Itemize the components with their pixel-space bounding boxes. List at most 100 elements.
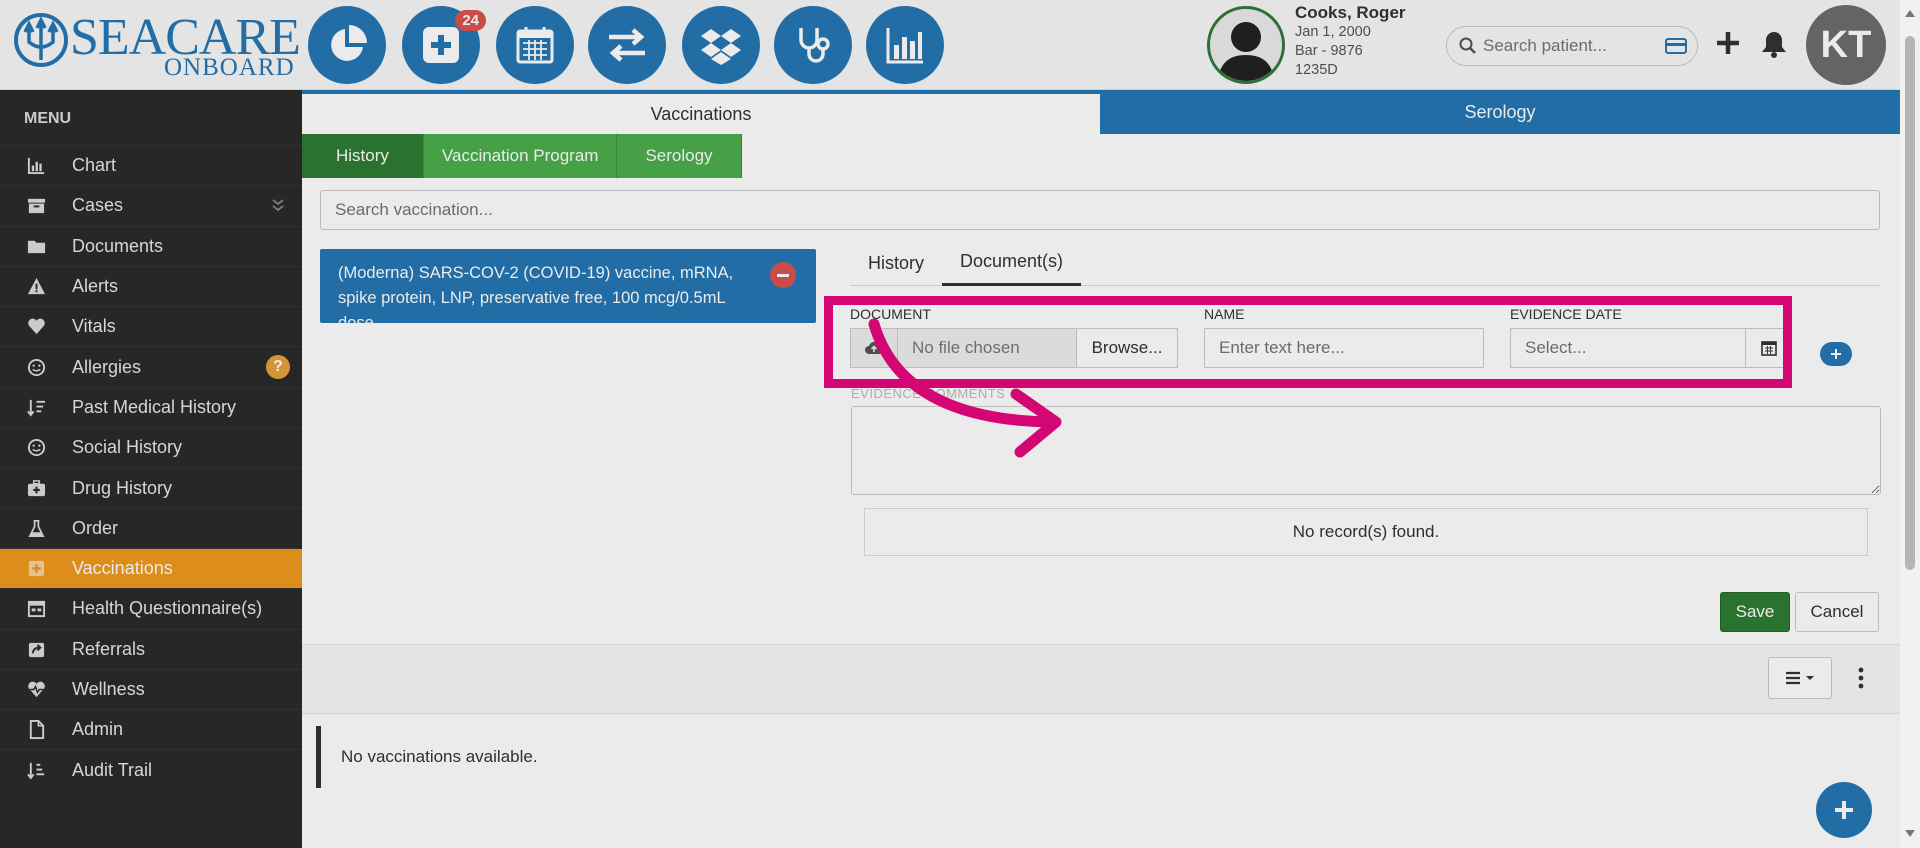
sidebar-item-label: Vaccinations bbox=[72, 558, 173, 579]
remove-vaccine-button[interactable] bbox=[770, 262, 796, 288]
calendar-icon bbox=[516, 27, 554, 64]
calendar-icon bbox=[1760, 341, 1777, 356]
sidebar-item-audit-trail[interactable]: Audit Trail bbox=[0, 749, 302, 789]
file-upload-group[interactable]: No file chosen Browse... bbox=[850, 328, 1178, 368]
scroll-up-arrow[interactable] bbox=[1905, 10, 1915, 17]
document-label: Document bbox=[850, 306, 931, 322]
seacare-logo[interactable]: SEACARE ONBOARD bbox=[14, 10, 301, 81]
scroll-down-arrow[interactable] bbox=[1905, 830, 1915, 837]
sidebar-item-referrals[interactable]: Referrals bbox=[0, 628, 302, 669]
sidebar-item-documents[interactable]: Documents bbox=[0, 225, 302, 266]
sidebar-item-vaccinations[interactable]: Vaccinations bbox=[0, 547, 302, 589]
evidence-comments-textarea[interactable] bbox=[851, 406, 1881, 495]
sidebar-item-alerts[interactable]: Alerts bbox=[0, 265, 302, 306]
name-input[interactable] bbox=[1204, 328, 1484, 368]
stethoscope-icon bbox=[799, 28, 830, 63]
search-patient-input[interactable] bbox=[1483, 33, 1655, 59]
sidebar-item-drug-history[interactable]: Drug History bbox=[0, 467, 302, 507]
bar-chart-icon bbox=[886, 28, 923, 64]
sidebar-item-label: Past Medical History bbox=[72, 396, 237, 417]
notification-badge: 24 bbox=[455, 10, 486, 31]
search-patient-box[interactable] bbox=[1446, 26, 1698, 66]
sidebar-item-label: Cases bbox=[72, 195, 124, 216]
archive-icon bbox=[24, 194, 48, 218]
plus-square-icon bbox=[24, 557, 48, 581]
list-view-dropdown[interactable] bbox=[1768, 657, 1832, 699]
more-options-icon[interactable] bbox=[1858, 667, 1864, 689]
sidebar-item-label: Allergies bbox=[72, 356, 142, 377]
cloud-upload-icon[interactable] bbox=[850, 328, 898, 368]
save-button[interactable]: Save bbox=[1720, 592, 1790, 632]
patient-location: Bar - 9876 bbox=[1295, 43, 1363, 59]
sidebar-item-social-history[interactable]: Social History bbox=[0, 427, 302, 467]
id-card-icon[interactable] bbox=[1665, 38, 1687, 54]
sidebar-item-label: Referrals bbox=[72, 638, 146, 659]
dashboard-button[interactable] bbox=[308, 6, 386, 84]
sidebar-item-label: Health Questionnaire(s) bbox=[72, 598, 263, 619]
tab-documents[interactable]: Document(s) bbox=[942, 240, 1082, 286]
tab-history[interactable]: History bbox=[850, 240, 942, 286]
sidebar-item-label: Alerts bbox=[72, 276, 119, 297]
subtab-vaccination-program[interactable]: Vaccination Program bbox=[423, 134, 618, 178]
top-header: SEACARE ONBOARD 24 Cooks, Roger Jan 1, 2… bbox=[0, 0, 1920, 90]
sort-icon bbox=[24, 395, 48, 419]
help-badge[interactable]: ? bbox=[266, 355, 290, 380]
bar-chart-icon bbox=[24, 154, 48, 178]
main-content: Vaccinations Serology History Vaccinatio… bbox=[302, 90, 1900, 848]
patient-name: Cooks, Roger bbox=[1295, 3, 1406, 22]
add-document-button[interactable] bbox=[1820, 342, 1852, 366]
sidebar-item-allergies[interactable]: Allergies ? bbox=[0, 346, 302, 386]
calendar-button[interactable] bbox=[496, 6, 574, 84]
person-silhouette-icon bbox=[1218, 22, 1274, 81]
user-avatar[interactable]: KT bbox=[1806, 5, 1886, 85]
heart-icon bbox=[24, 315, 48, 339]
browse-button[interactable]: Browse... bbox=[1076, 328, 1178, 368]
plus-icon bbox=[1835, 801, 1853, 819]
search-vaccination-input[interactable] bbox=[320, 190, 1880, 230]
add-icon[interactable] bbox=[1715, 30, 1741, 56]
subtab-serology[interactable]: Serology bbox=[617, 134, 742, 178]
chevron-down-icon[interactable] bbox=[272, 198, 284, 212]
bell-icon[interactable] bbox=[1760, 29, 1788, 59]
tab-vaccinations[interactable]: Vaccinations bbox=[302, 90, 1100, 134]
transfer-button[interactable] bbox=[588, 6, 666, 84]
logo-subtext: ONBOARD bbox=[164, 54, 295, 81]
share-icon bbox=[24, 637, 48, 661]
vaccine-card[interactable]: (Moderna) SARS-COV-2 (COVID-19) vaccine,… bbox=[320, 249, 816, 332]
evidence-date-input[interactable] bbox=[1510, 328, 1746, 368]
sidebar-item-label: Social History bbox=[72, 437, 183, 458]
sidebar-item-past-medical-history[interactable]: Past Medical History bbox=[0, 386, 302, 427]
sidebar-item-label: Chart bbox=[72, 155, 117, 176]
sidebar-item-vitals[interactable]: Vitals bbox=[0, 306, 302, 346]
sidebar-item-label: Wellness bbox=[72, 679, 145, 699]
add-vaccination-fab[interactable] bbox=[1816, 782, 1872, 838]
cancel-button[interactable]: Cancel bbox=[1795, 592, 1879, 632]
sidebar-item-wellness[interactable]: Wellness bbox=[0, 668, 302, 709]
dropbox-button[interactable] bbox=[682, 6, 760, 84]
new-case-button[interactable]: 24 bbox=[402, 6, 486, 84]
file-chosen-text: No file chosen bbox=[898, 328, 1076, 368]
sidebar-item-cases[interactable]: Cases bbox=[0, 185, 302, 225]
patient-info: Cooks, Roger Jan 1, 2000 Bar - 9876 1235… bbox=[1295, 3, 1406, 80]
sidebar-item-health-questionnaires[interactable]: Health Questionnaire(s) bbox=[0, 588, 302, 628]
sidebar-item-admin[interactable]: Admin bbox=[0, 709, 302, 749]
sidebar: MENU Chart Cases Documents Alerts Vitals… bbox=[0, 90, 302, 848]
sidebar-item-order[interactable]: Order bbox=[0, 507, 302, 548]
reports-button[interactable] bbox=[866, 6, 944, 84]
patient-photo[interactable] bbox=[1207, 6, 1285, 84]
page-scrollbar[interactable] bbox=[1900, 0, 1920, 848]
plus-icon bbox=[1831, 349, 1841, 359]
warning-icon bbox=[24, 275, 48, 299]
vaccine-name: (Moderna) SARS-COV-2 (COVID-19) vaccine,… bbox=[338, 264, 734, 332]
sidebar-item-chart[interactable]: Chart bbox=[0, 145, 302, 185]
no-records-message: No record(s) found. bbox=[864, 508, 1868, 556]
plus-square-icon bbox=[423, 27, 459, 63]
medical-button[interactable] bbox=[774, 6, 852, 84]
sidebar-item-label: Audit Trail bbox=[72, 759, 153, 780]
sidebar-item-label: Drug History bbox=[72, 477, 173, 498]
exchange-icon bbox=[609, 28, 645, 62]
tab-serology[interactable]: Serology bbox=[1100, 90, 1900, 134]
subtab-history[interactable]: History bbox=[302, 134, 424, 178]
scroll-thumb[interactable] bbox=[1905, 36, 1915, 570]
calendar-button[interactable] bbox=[1746, 328, 1792, 368]
